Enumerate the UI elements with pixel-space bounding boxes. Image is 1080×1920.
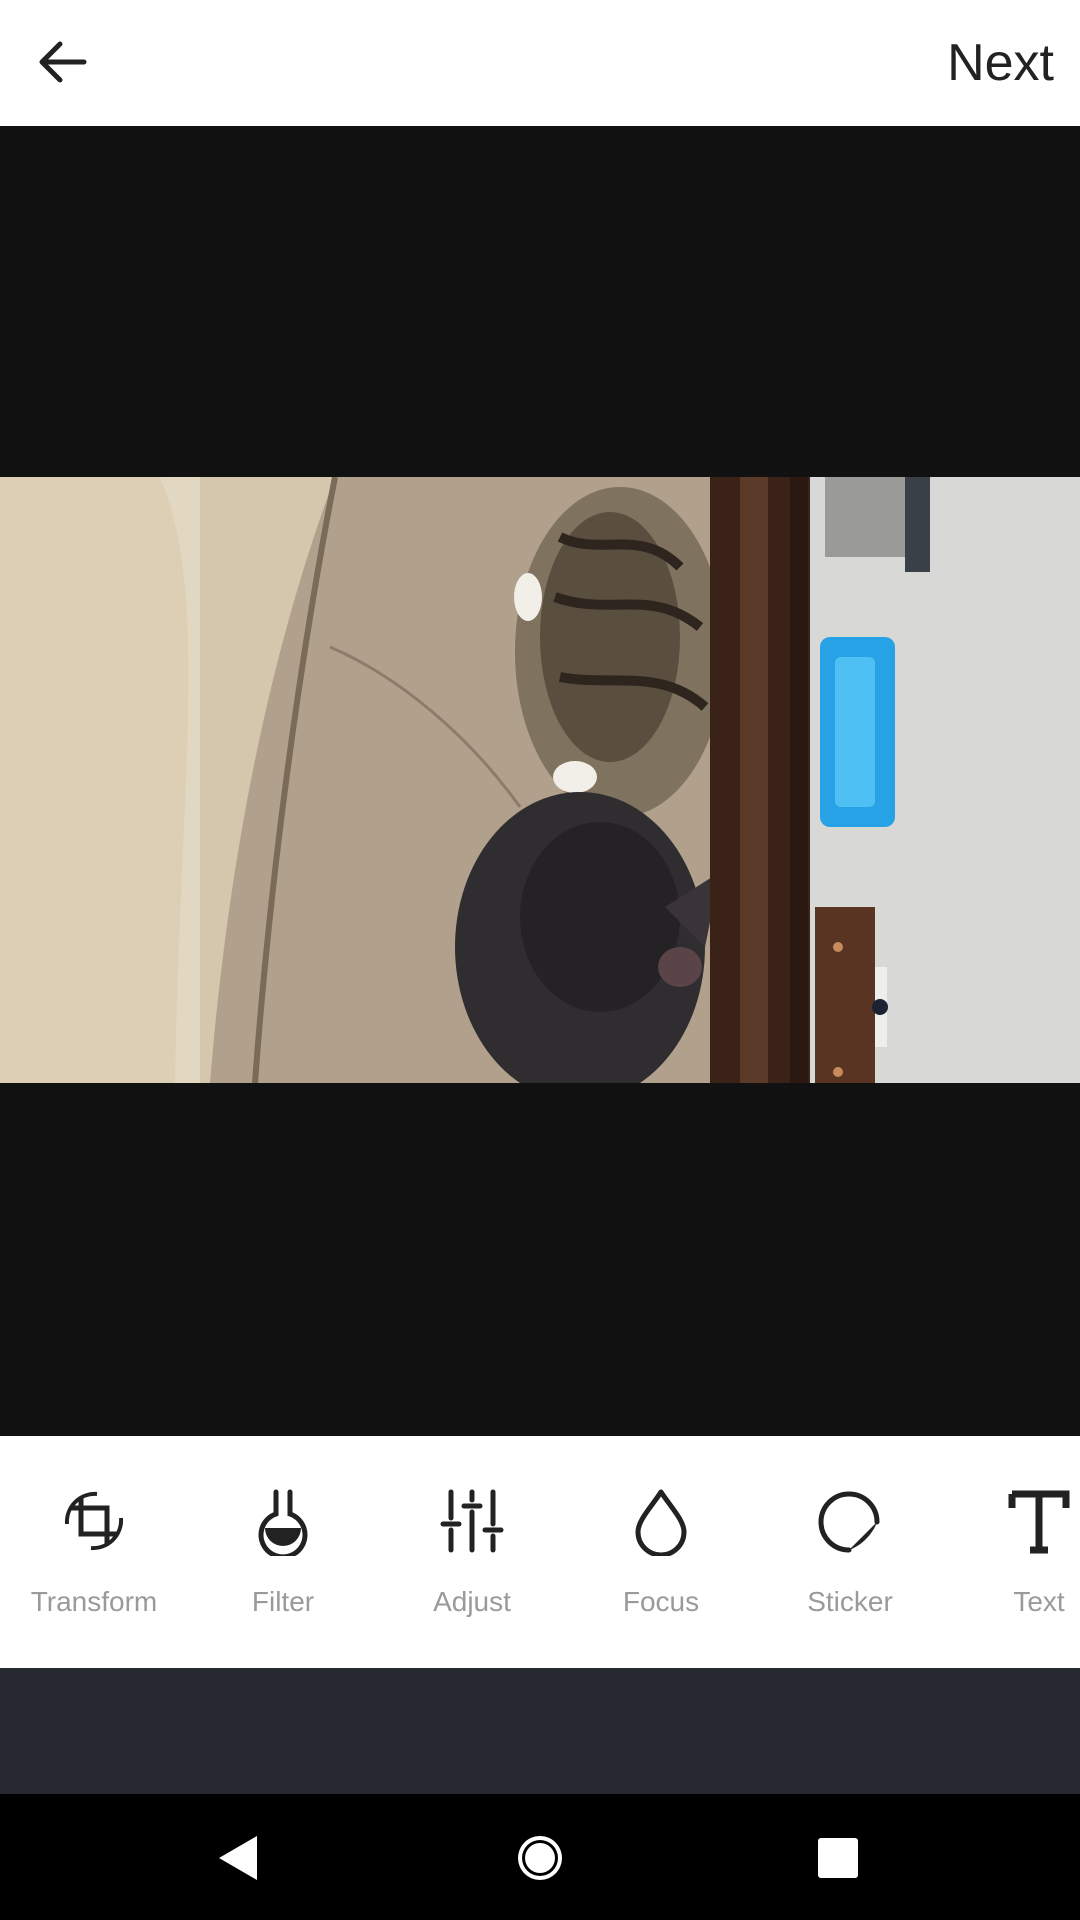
tool-transform[interactable]: Transform [14,1436,174,1668]
bottom-strip [0,1668,1080,1794]
tool-filter[interactable]: Filter [203,1436,363,1668]
text-icon [1008,1490,1070,1554]
filter-flask-icon [258,1489,308,1556]
tool-label: Transform [30,1586,158,1617]
tool-label: Sticker [807,1586,893,1617]
tool-label: Focus [622,1586,700,1617]
tool-label: Adjust [433,1586,511,1617]
nav-back-icon [219,1836,257,1880]
tool-adjust[interactable]: Adjust [392,1436,552,1668]
nav-recents-button[interactable] [798,1818,878,1898]
tool-label: Filter [251,1586,315,1617]
sliders-icon [440,1489,504,1553]
nav-home-icon [518,1836,562,1880]
tool-label: Text [1013,1586,1065,1617]
crop-rotate-icon [64,1491,124,1551]
photo-preview[interactable] [0,477,1080,1083]
sticker-icon [818,1491,880,1553]
editor-canvas [0,126,1080,1537]
nav-back-button[interactable] [199,1818,279,1898]
droplet-icon [635,1489,687,1556]
top-bar: Next [0,0,1080,126]
back-button[interactable] [22,22,106,106]
system-nav-bar [0,1794,1080,1920]
edit-toolbar: Transform Filter Adjust Focus Sticker Te… [0,1436,1080,1668]
nav-recents-icon [818,1838,858,1878]
next-button[interactable]: Next [947,28,1054,98]
tool-text[interactable]: Text [959,1436,1080,1668]
tool-focus[interactable]: Focus [581,1436,741,1668]
tool-sticker[interactable]: Sticker [770,1436,930,1668]
nav-home-button[interactable] [500,1818,580,1898]
arrow-left-icon [39,41,87,83]
